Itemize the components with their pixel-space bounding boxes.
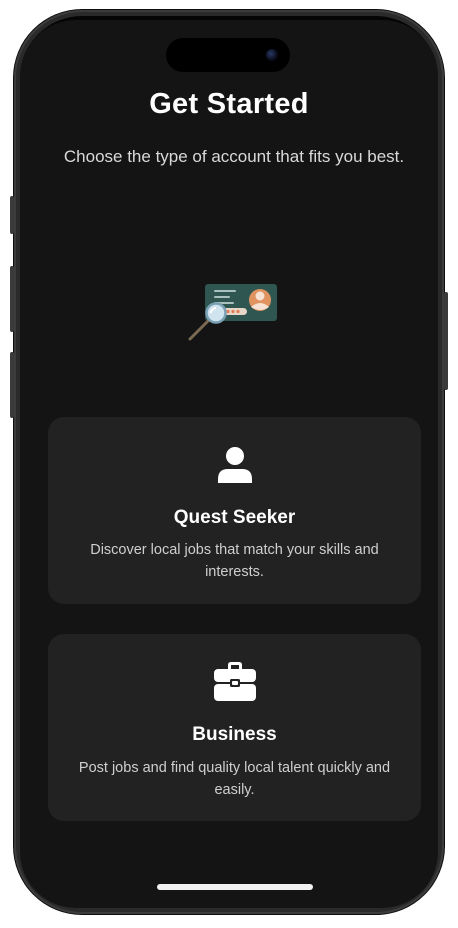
page-title: Get Started — [149, 88, 309, 120]
volume-up-button — [10, 266, 14, 332]
account-option-quest-seeker[interactable]: Quest Seeker Discover local jobs that ma… — [48, 417, 421, 604]
account-option-business[interactable]: Business Post jobs and find quality loca… — [48, 634, 421, 821]
option-title: Quest Seeker — [173, 507, 296, 528]
volume-down-button — [10, 352, 14, 418]
action-button — [10, 196, 14, 234]
power-button — [444, 292, 448, 390]
home-indicator[interactable] — [157, 884, 313, 890]
option-description: Discover local jobs that match your skil… — [90, 542, 379, 580]
page-subtitle: Choose the type of account that fits you… — [63, 147, 405, 166]
option-title: Business — [192, 724, 277, 745]
person-icon — [217, 447, 252, 483]
front-camera — [266, 49, 278, 61]
option-description: Post jobs and find quality local talent … — [78, 760, 391, 798]
id-card-magnifier-icon — [188, 284, 277, 341]
dynamic-island — [166, 38, 290, 72]
briefcase-icon — [213, 662, 256, 701]
